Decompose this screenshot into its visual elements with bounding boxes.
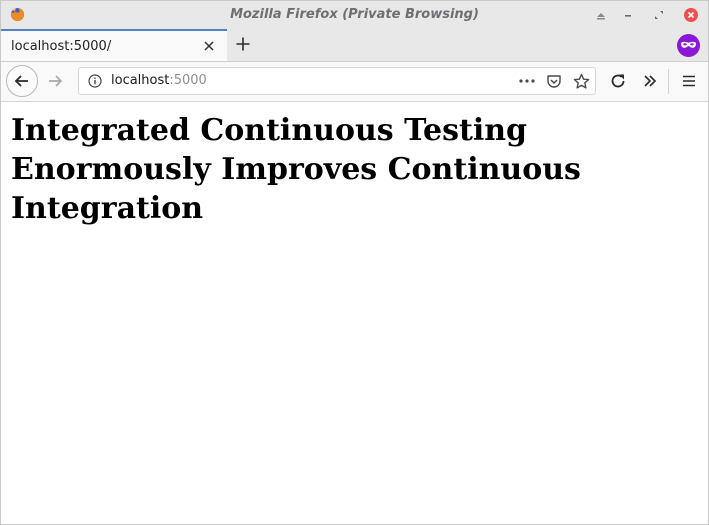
url-host: localhost <box>111 73 170 88</box>
tab-localhost[interactable]: localhost:5000/ <box>1 29 227 61</box>
info-icon[interactable] <box>88 74 102 88</box>
title-bar: Mozilla Firefox (Private Browsing) <box>1 1 708 29</box>
star-icon[interactable] <box>573 73 590 90</box>
more-dots-icon[interactable] <box>518 74 536 88</box>
back-button[interactable] <box>6 65 38 97</box>
tab-strip: localhost:5000/ <box>1 29 708 62</box>
page-heading: Integrated Continuous Testing Enormously… <box>11 113 581 226</box>
private-browsing-mask-icon <box>681 41 696 48</box>
url-text[interactable]: localhost:5000 <box>111 73 207 88</box>
plus-icon[interactable] <box>235 36 251 52</box>
arrow-left-icon <box>14 75 28 87</box>
reload-icon[interactable] <box>609 72 627 90</box>
page-content: Integrated Continuous Testing Enormously… <box>1 102 708 524</box>
tab-label: localhost:5000/ <box>11 39 112 54</box>
toolbar-separator <box>668 69 669 94</box>
tab-close-icon[interactable] <box>202 39 216 53</box>
maximize-icon[interactable] <box>652 8 666 22</box>
minimize-icon[interactable] <box>594 8 608 22</box>
close-icon <box>687 11 695 19</box>
restore-icon[interactable] <box>621 8 635 22</box>
url-bar[interactable]: localhost:5000 <box>78 67 596 95</box>
navigation-toolbar: localhost:5000 <box>1 62 708 102</box>
window-close-button[interactable] <box>684 8 698 22</box>
hamburger-menu-icon[interactable] <box>681 73 697 89</box>
browser-window: Mozilla Firefox (Private Browsing) local… <box>0 0 709 525</box>
arrow-right-icon[interactable] <box>46 72 64 90</box>
chevrons-right-icon[interactable] <box>642 73 658 89</box>
private-browsing-badge <box>677 34 700 57</box>
url-port: :5000 <box>169 73 207 88</box>
pocket-icon[interactable] <box>546 73 562 89</box>
